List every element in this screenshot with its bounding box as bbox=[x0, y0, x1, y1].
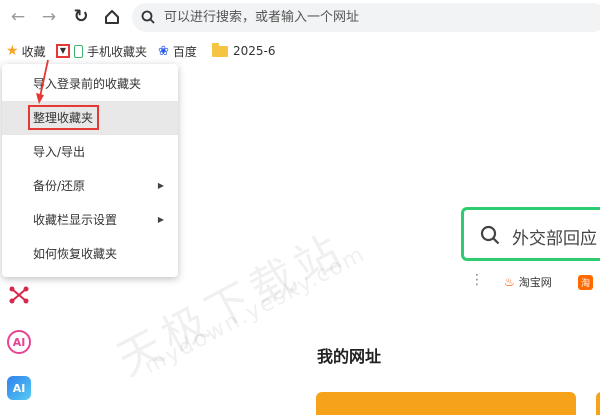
folder-icon bbox=[212, 42, 228, 57]
star-icon: ★ bbox=[6, 43, 19, 59]
forward-arrow-icon[interactable]: → bbox=[38, 6, 60, 28]
address-input[interactable]: 可以进行搜索，或者输入一个网址 bbox=[164, 8, 359, 28]
bookmark-folder-2025-6[interactable]: 2025-6 bbox=[212, 42, 276, 59]
menu-item-backup-restore[interactable]: 备份/还原 ▶ bbox=[2, 169, 178, 203]
favorites-dropdown-menu: 导入登录前的收藏夹 整理收藏夹 导入/导出 备份/还原 ▶ 收藏栏显示设置 ▶ 如何… bbox=[2, 64, 178, 277]
main-search-box[interactable]: 外交部回应 bbox=[461, 207, 600, 261]
home-icon[interactable] bbox=[101, 6, 123, 28]
submenu-arrow-icon: ▶ bbox=[157, 215, 164, 224]
baidu-paw-icon: ❀ bbox=[158, 43, 169, 59]
menu-item-label: 导入登录前的收藏夹 bbox=[33, 77, 142, 91]
menu-item-label: 备份/还原 bbox=[33, 179, 86, 193]
bookmark-label: 2025-6 bbox=[233, 44, 276, 58]
bookmark-mobile-favorites[interactable]: 手机收藏夹 bbox=[74, 43, 147, 59]
site-card[interactable] bbox=[596, 392, 600, 415]
bookmark-baidu[interactable]: ❀ 百度 bbox=[158, 43, 197, 59]
menu-item-label: 收藏栏显示设置 bbox=[33, 213, 118, 227]
search-icon bbox=[141, 10, 155, 24]
quick-link-tmall[interactable]: 淘 bbox=[578, 274, 597, 290]
menu-item-import-before-login[interactable]: 导入登录前的收藏夹 bbox=[2, 67, 178, 101]
section-title: 我的网址 bbox=[317, 347, 382, 366]
quick-link-label: 淘宝网 bbox=[518, 276, 552, 289]
site-card[interactable] bbox=[316, 392, 576, 415]
menu-item-restore-favorites-help[interactable]: 如何恢复收藏夹 bbox=[2, 237, 178, 271]
address-bar[interactable]: 可以进行搜索，或者输入一个网址 bbox=[132, 3, 600, 32]
favorites-label: 收藏 bbox=[21, 44, 46, 59]
more-vertical-icon[interactable]: ⋮ bbox=[470, 273, 484, 287]
flame-icon: ♨ bbox=[504, 275, 515, 289]
submenu-arrow-icon: ▶ bbox=[157, 181, 164, 190]
ai-assistant-icon[interactable]: AI bbox=[7, 330, 31, 354]
browser-toolbar: ← → ↻ 可以进行搜索，或者输入一个网址 bbox=[0, 0, 600, 36]
reload-icon[interactable]: ↻ bbox=[70, 6, 92, 28]
menu-item-label: 导入/导出 bbox=[33, 145, 86, 159]
tmall-icon: 淘 bbox=[578, 274, 593, 290]
browser-window: ← → ↻ 可以进行搜索，或者输入一个网址 ★ 收藏 ▼ 手机收藏夹 ❀ 百度 … bbox=[0, 0, 600, 415]
search-icon bbox=[480, 225, 500, 245]
main-search-input[interactable]: 外交部回应 bbox=[512, 224, 597, 249]
phone-icon bbox=[74, 44, 83, 58]
network-icon[interactable] bbox=[7, 283, 31, 307]
annotation-highlight-box bbox=[28, 105, 99, 130]
back-arrow-icon[interactable]: ← bbox=[7, 6, 29, 28]
bookmarks-bar: ★ 收藏 ▼ 手机收藏夹 ❀ 百度 2025-6 bbox=[0, 36, 600, 66]
favorites-dropdown-button[interactable]: ▼ bbox=[56, 44, 70, 58]
quick-link-taobao[interactable]: ♨ 淘宝网 bbox=[504, 274, 552, 290]
menu-item-label: 如何恢复收藏夹 bbox=[33, 247, 118, 261]
menu-item-bar-display-settings[interactable]: 收藏栏显示设置 ▶ bbox=[2, 203, 178, 237]
bookmark-label: 百度 bbox=[172, 44, 197, 59]
ai-app-icon[interactable]: AI bbox=[7, 376, 31, 400]
menu-item-import-export[interactable]: 导入/导出 bbox=[2, 135, 178, 169]
favorites-button[interactable]: ★ 收藏 bbox=[6, 43, 46, 59]
caret-down-icon: ▼ bbox=[59, 46, 67, 55]
bookmark-label: 手机收藏夹 bbox=[87, 44, 148, 59]
